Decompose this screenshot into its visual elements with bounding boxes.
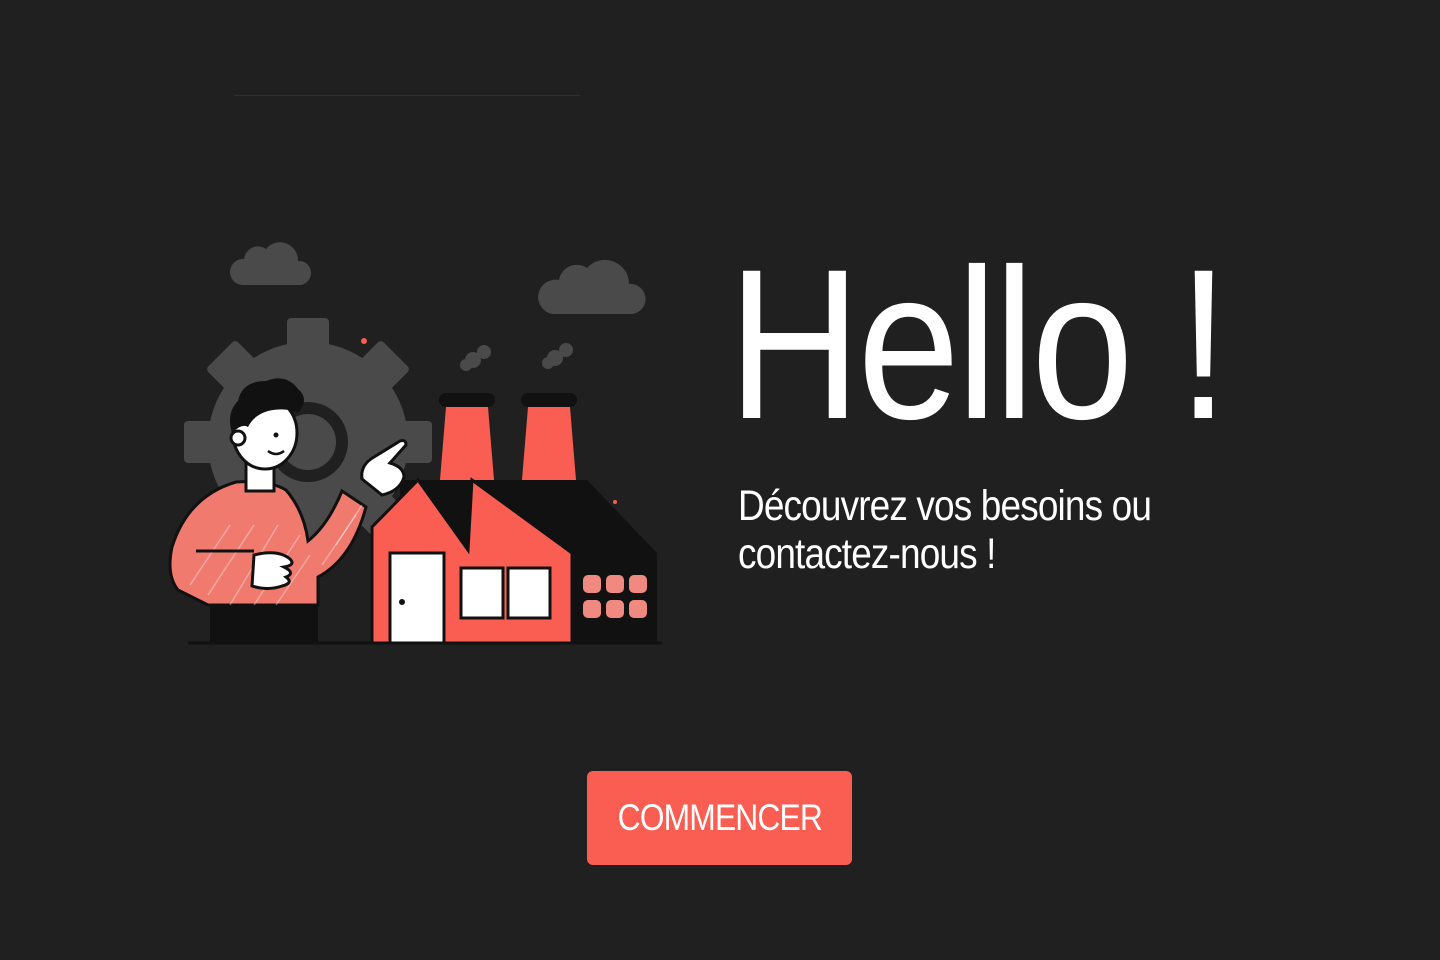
cloud-icon-right bbox=[538, 259, 646, 314]
smoke-icon bbox=[460, 343, 573, 371]
hero-subtitle: Découvrez vos besoins ou contactez-nous … bbox=[738, 482, 1152, 578]
factory-worker-illustration bbox=[168, 242, 662, 645]
top-divider bbox=[234, 95, 580, 96]
cloud-icon-left bbox=[229, 242, 312, 285]
start-button[interactable]: COMMENCER bbox=[587, 771, 852, 865]
start-button-label: COMMENCER bbox=[617, 797, 822, 838]
hero-title: Hello ! bbox=[728, 225, 1229, 464]
